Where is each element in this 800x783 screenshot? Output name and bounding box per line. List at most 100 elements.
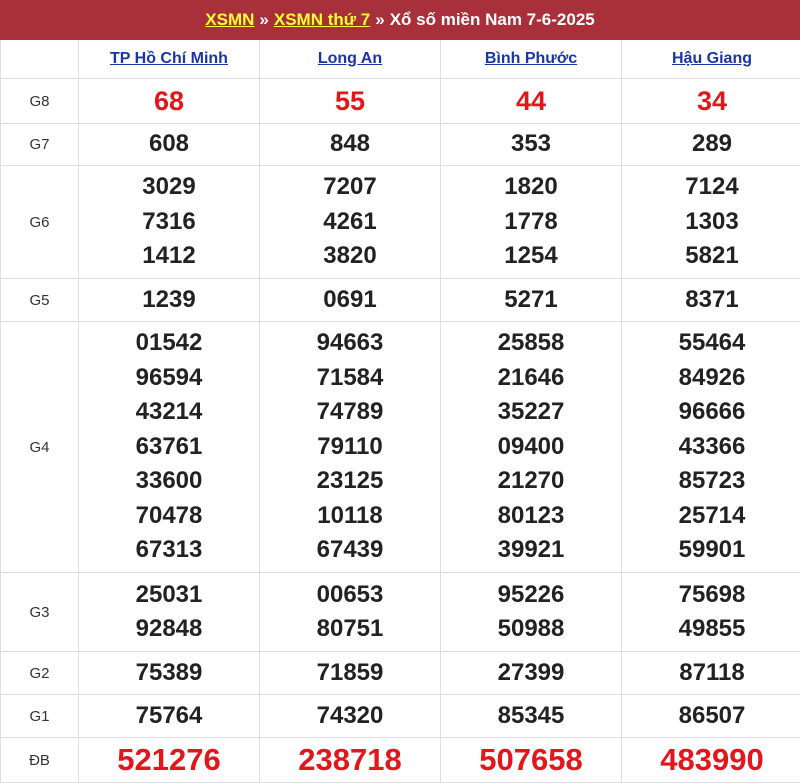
prize-cell: 302973161412 (79, 166, 260, 279)
prize-label: G2 (1, 652, 79, 695)
prize-number: 92848 (79, 612, 259, 647)
prize-number: 3820 (260, 239, 440, 274)
prize-number: 79110 (260, 430, 440, 465)
prize-label: G7 (1, 124, 79, 166)
prize-cell: 289 (622, 124, 800, 166)
prize-number: 1412 (79, 239, 259, 274)
prize-number: 85345 (441, 699, 621, 734)
prize-label: G5 (1, 279, 79, 322)
breadcrumb: XSMN » XSMN thứ 7 » Xổ số miền Nam 7-6-2… (0, 0, 800, 40)
prize-label: G6 (1, 166, 79, 279)
prize-number: 7124 (622, 170, 800, 205)
prize-cell: 75764 (79, 695, 260, 738)
breadcrumb-link-xsmn-thu-7[interactable]: XSMN thứ 7 (274, 10, 370, 30)
prize-cell: 44 (441, 79, 622, 124)
prize-label: G3 (1, 573, 79, 652)
prize-number: 25714 (622, 499, 800, 534)
prize-cell: 0691 (260, 279, 441, 322)
prize-number: 67313 (79, 533, 259, 568)
prize-number: 43366 (622, 430, 800, 465)
prize-row: G175764743208534586507 (1, 695, 800, 738)
prize-cell: 34 (622, 79, 800, 124)
prize-number: 87118 (622, 656, 800, 691)
prize-number: 521276 (79, 743, 259, 778)
prize-number: 68 (79, 84, 259, 119)
prize-cell: 5271 (441, 279, 622, 322)
prize-number: 848 (260, 127, 440, 162)
corner-cell (1, 40, 79, 79)
prize-number: 238718 (260, 743, 440, 778)
results-table: TP Hồ Chí Minh Long An Bình Phước Hậu Gi… (0, 40, 800, 783)
prize-label: G1 (1, 695, 79, 738)
breadcrumb-separator: » (259, 10, 268, 30)
prize-number: 85723 (622, 464, 800, 499)
prize-row: G630297316141272074261382018201778125471… (1, 166, 800, 279)
prize-number: 71859 (260, 656, 440, 691)
prize-row: G401542965944321463761336007047867313946… (1, 322, 800, 573)
prize-cell: 75389 (79, 652, 260, 695)
prize-cell: 848 (260, 124, 441, 166)
prize-cell: 74320 (260, 695, 441, 738)
prize-number: 5821 (622, 239, 800, 274)
prize-number: 0691 (260, 283, 440, 318)
prize-cell: 86507 (622, 695, 800, 738)
prize-number: 00653 (260, 578, 440, 613)
prize-row: G7608848353289 (1, 124, 800, 166)
prize-cell: 27399 (441, 652, 622, 695)
prize-cell: 0065380751 (260, 573, 441, 652)
prize-number: 1303 (622, 205, 800, 240)
prize-cell: 238718 (260, 738, 441, 783)
province-link[interactable]: Hậu Giang (672, 50, 752, 67)
province-link[interactable]: Bình Phước (485, 50, 577, 67)
prize-cell: 55464849269666643366857232571459901 (622, 322, 800, 573)
prize-cell: 25858216463522709400212708012339921 (441, 322, 622, 573)
prize-number: 59901 (622, 533, 800, 568)
prize-row: ĐB521276238718507658483990 (1, 738, 800, 783)
prize-number: 55464 (622, 326, 800, 361)
breadcrumb-link-xsmn[interactable]: XSMN (205, 10, 254, 30)
breadcrumb-separator: » (375, 10, 384, 30)
prize-number: 10118 (260, 499, 440, 534)
prize-cell: 483990 (622, 738, 800, 783)
prize-cell: 55 (260, 79, 441, 124)
prize-number: 21646 (441, 361, 621, 396)
prize-number: 94663 (260, 326, 440, 361)
province-link[interactable]: Long An (318, 50, 382, 67)
province-link[interactable]: TP Hồ Chí Minh (110, 50, 228, 67)
prize-number: 1254 (441, 239, 621, 274)
prize-number: 23125 (260, 464, 440, 499)
prize-cell: 507658 (441, 738, 622, 783)
prize-cell: 720742613820 (260, 166, 441, 279)
prize-cell: 1239 (79, 279, 260, 322)
prize-number: 96594 (79, 361, 259, 396)
prize-cell: 9522650988 (441, 573, 622, 652)
prize-cell: 94663715847478979110231251011867439 (260, 322, 441, 573)
prize-cell: 2503192848 (79, 573, 260, 652)
prize-number: 7316 (79, 205, 259, 240)
prize-number: 3029 (79, 170, 259, 205)
prize-number: 21270 (441, 464, 621, 499)
prize-number: 74320 (260, 699, 440, 734)
prize-cell: 353 (441, 124, 622, 166)
prize-number: 86507 (622, 699, 800, 734)
prize-cell: 712413035821 (622, 166, 800, 279)
prize-number: 4261 (260, 205, 440, 240)
prize-number: 25858 (441, 326, 621, 361)
prize-cell: 521276 (79, 738, 260, 783)
province-header-row: TP Hồ Chí Minh Long An Bình Phước Hậu Gi… (1, 40, 800, 79)
prize-cell: 71859 (260, 652, 441, 695)
page-title: Xổ số miền Nam 7-6-2025 (390, 10, 595, 30)
prize-number: 43214 (79, 395, 259, 430)
prize-cell: 608 (79, 124, 260, 166)
prize-number: 75698 (622, 578, 800, 613)
prize-number: 1778 (441, 205, 621, 240)
prize-cell: 8371 (622, 279, 800, 322)
prize-number: 34 (622, 84, 800, 119)
prize-number: 50988 (441, 612, 621, 647)
prize-number: 1820 (441, 170, 621, 205)
prize-number: 483990 (622, 743, 800, 778)
prize-number: 44 (441, 84, 621, 119)
prize-number: 8371 (622, 283, 800, 318)
prize-number: 55 (260, 84, 440, 119)
prize-number: 7207 (260, 170, 440, 205)
